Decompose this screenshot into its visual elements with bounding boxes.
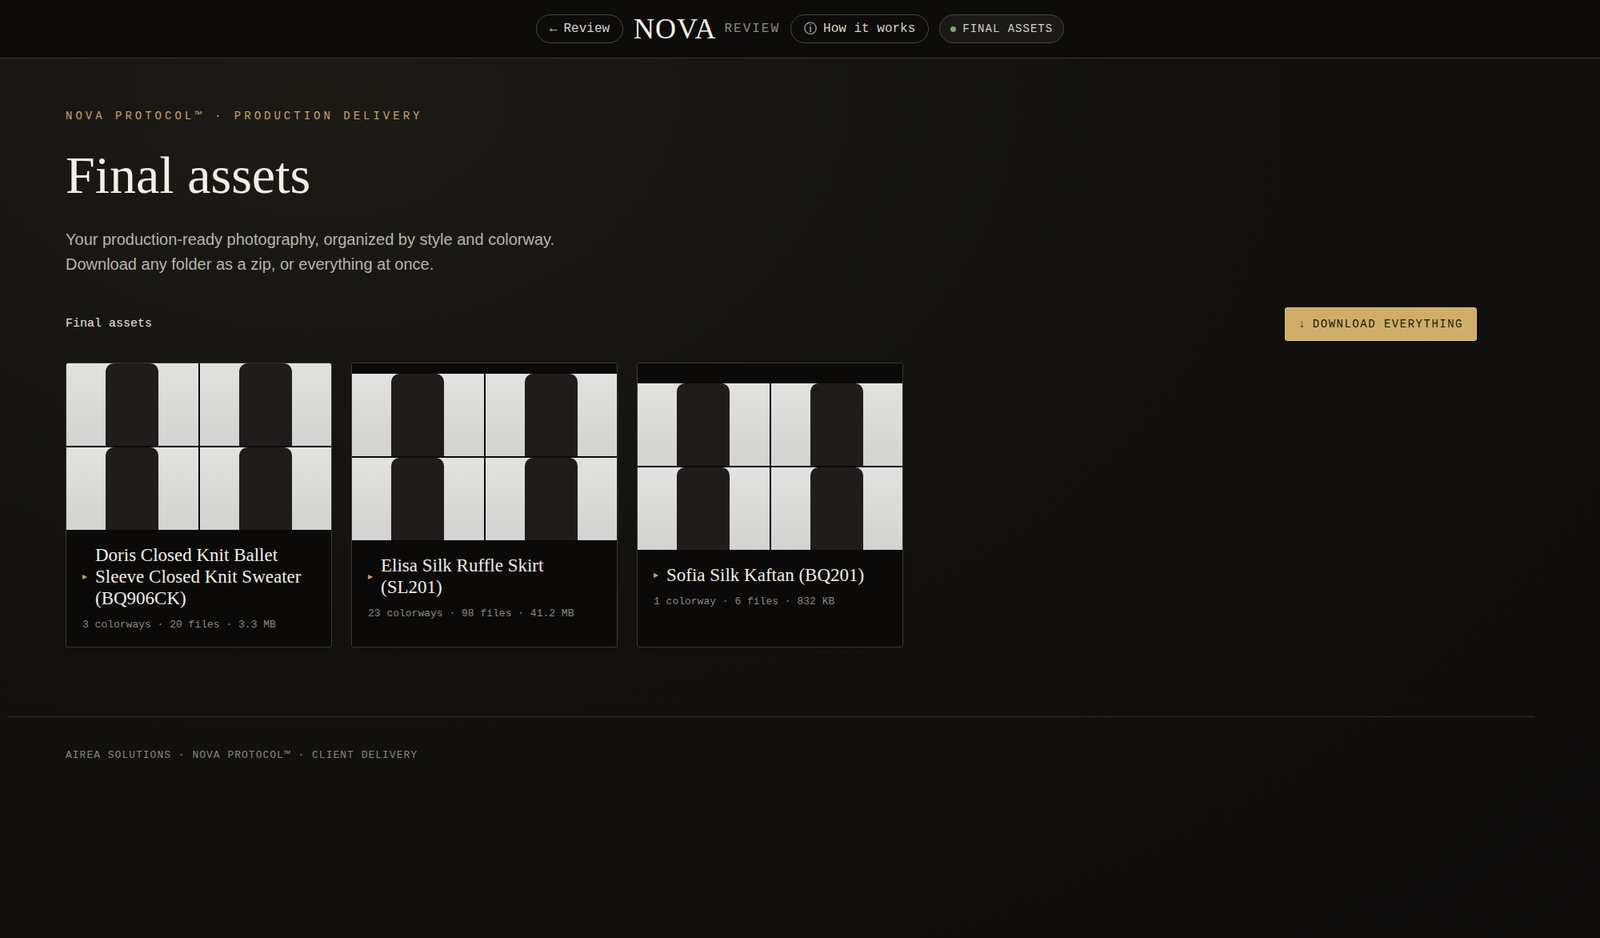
thumbnail-grid bbox=[66, 363, 332, 530]
info-icon: ⓘ bbox=[804, 20, 817, 38]
expand-icon: ▸ bbox=[368, 570, 373, 582]
logo[interactable]: NOVA REVIEW bbox=[633, 12, 780, 46]
page: ← Review NOVA REVIEW ⓘ How it works FINA… bbox=[0, 0, 1600, 938]
photo bbox=[637, 383, 770, 466]
download-everything-button[interactable]: ↓ DOWNLOAD EVERYTHING bbox=[1284, 307, 1477, 341]
card-meta: 23 colorways · 98 files · 41.2 MB bbox=[368, 607, 601, 620]
footer-text: AIREA SOLUTIONS · NOVA PROTOCOL™ · CLIEN… bbox=[65, 748, 1535, 761]
top-nav: ← Review NOVA REVIEW ⓘ How it works FINA… bbox=[0, 0, 1600, 59]
photo bbox=[352, 373, 484, 456]
photo bbox=[485, 373, 618, 456]
thumbnail-grid bbox=[637, 363, 903, 550]
photo bbox=[66, 447, 199, 530]
thumbnail-grid bbox=[352, 363, 617, 540]
expand-icon: ▸ bbox=[82, 570, 88, 582]
photo bbox=[771, 467, 904, 550]
card-info: ▸ Elisa Silk Ruffle Skirt (SL201) 23 col… bbox=[352, 540, 617, 636]
expand-icon: ▸ bbox=[653, 568, 659, 580]
description: Your production-ready photography, organ… bbox=[65, 227, 1477, 277]
photo bbox=[637, 467, 770, 550]
logo-text: NOVA bbox=[633, 12, 716, 46]
review-link[interactable]: ← Review bbox=[536, 14, 624, 44]
photo bbox=[485, 457, 618, 540]
card-meta: 3 colorways · 20 files · 3.3 MB bbox=[82, 618, 316, 631]
photo bbox=[352, 457, 484, 540]
back-arrow-icon: ← bbox=[549, 21, 558, 36]
asset-card[interactable]: ▸ Elisa Silk Ruffle Skirt (SL201) 23 col… bbox=[351, 362, 618, 648]
photo bbox=[200, 363, 332, 446]
status-dot-icon bbox=[950, 26, 956, 32]
asset-card[interactable]: ▸ Sofia Silk Kaftan (BQ201) 1 colorway ·… bbox=[636, 362, 904, 648]
card-title: Sofia Silk Kaftan (BQ201) bbox=[666, 564, 864, 586]
photo bbox=[200, 447, 332, 530]
footer: AIREA SOLUTIONS · NOVA PROTOCOL™ · CLIEN… bbox=[7, 716, 1535, 793]
eyebrow: NOVA PROTOCOL™ · PRODUCTION DELIVERY bbox=[65, 109, 1477, 123]
page-title: Final assets bbox=[65, 146, 1477, 205]
logo-sub: REVIEW bbox=[724, 21, 780, 36]
card-info: ▸ Doris Closed Knit Ballet Sleeve Closed… bbox=[66, 529, 332, 647]
photo bbox=[66, 363, 199, 446]
final-assets-link[interactable]: FINAL ASSETS bbox=[939, 14, 1064, 44]
section-label: Final assets bbox=[65, 316, 152, 331]
asset-card[interactable]: ▸ Doris Closed Knit Ballet Sleeve Closed… bbox=[65, 362, 332, 648]
section-header: Final assets ↓ DOWNLOAD EVERYTHING bbox=[65, 307, 1477, 341]
main: NOVA PROTOCOL™ · PRODUCTION DELIVERY Fin… bbox=[0, 58, 1600, 648]
card-info: ▸ Sofia Silk Kaftan (BQ201) 1 colorway ·… bbox=[637, 549, 903, 624]
card-title: Doris Closed Knit Ballet Sleeve Closed K… bbox=[95, 544, 316, 609]
card-meta: 1 colorway · 6 files · 832 KB bbox=[653, 595, 887, 608]
card-grid: ▸ Doris Closed Knit Ballet Sleeve Closed… bbox=[65, 362, 1477, 648]
download-icon: ↓ bbox=[1298, 317, 1307, 331]
photo bbox=[771, 383, 904, 466]
card-title: Elisa Silk Ruffle Skirt (SL201) bbox=[380, 554, 601, 598]
how-it-works-link[interactable]: ⓘ How it works bbox=[790, 14, 929, 44]
